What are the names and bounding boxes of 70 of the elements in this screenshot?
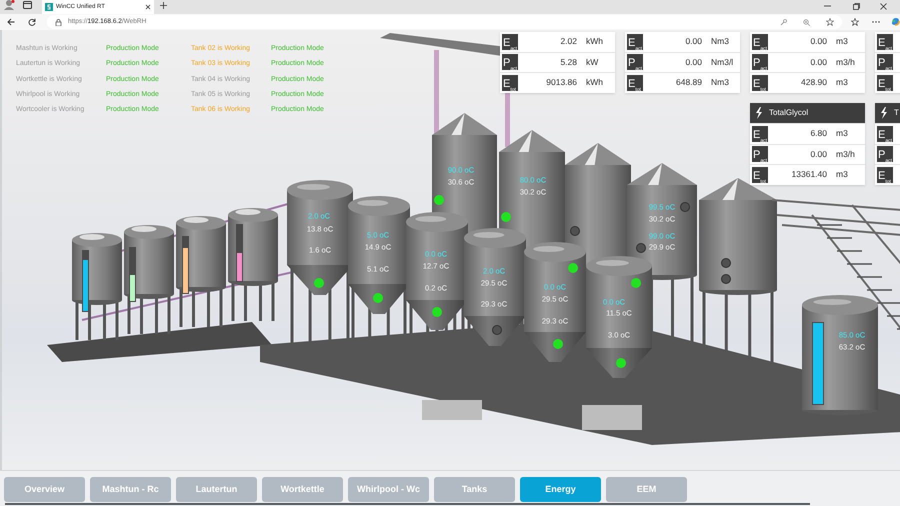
symbol-label: P$_{act}$ bbox=[877, 146, 893, 162]
nav-tab[interactable]: Tanks bbox=[434, 477, 515, 502]
key-icon[interactable] bbox=[780, 18, 787, 26]
tabs-icon[interactable] bbox=[23, 1, 32, 9]
nav-tab[interactable]: Mashtun - Rc bbox=[90, 477, 171, 502]
symbol-label: E$_{tot}$ bbox=[627, 74, 643, 91]
profile-icon[interactable] bbox=[3, 0, 15, 10]
favorites-icon[interactable] bbox=[851, 18, 859, 26]
unit-text: kW bbox=[585, 56, 600, 69]
unit-text: kWh bbox=[585, 35, 604, 48]
value-text: 13361.40 bbox=[790, 168, 827, 182]
value-text: 0.00 bbox=[809, 35, 827, 48]
symbol-label: E$_{tot}$ bbox=[877, 74, 893, 91]
value-text: 5.28 bbox=[559, 56, 577, 69]
unit-text: Nm3 bbox=[710, 35, 730, 48]
symbol-label: P$_{act}$ bbox=[752, 146, 768, 162]
symbol-label: P$_{act}$ bbox=[627, 54, 643, 70]
symbol-label: P$_{act}$ bbox=[752, 54, 768, 70]
symbol-label: P$_{act}$ bbox=[502, 54, 518, 70]
symbol-label: E$_{act}$ bbox=[752, 126, 768, 142]
symbol-label: E$_{tot}$ bbox=[752, 166, 768, 183]
back-icon[interactable] bbox=[7, 18, 15, 26]
symbol-label: E$_{act}$ bbox=[877, 126, 893, 142]
symbol-label: E$_{tot}$ bbox=[502, 74, 518, 91]
app-logo-icon bbox=[45, 3, 53, 11]
close-icon[interactable] bbox=[145, 4, 151, 10]
symbol-label: P$_{act}$ bbox=[877, 54, 893, 70]
symbol-label: E$_{act}$ bbox=[877, 34, 893, 50]
card-title: TotalGlycol bbox=[769, 107, 808, 119]
value-text: 9013.86 bbox=[545, 76, 577, 90]
symbol-label: E$_{tot}$ bbox=[877, 166, 893, 183]
refresh-icon[interactable] bbox=[28, 18, 36, 26]
restore-icon[interactable] bbox=[853, 3, 860, 10]
unit-text: m3 bbox=[835, 76, 849, 90]
lock-icon bbox=[55, 18, 62, 26]
zoom-icon[interactable] bbox=[803, 18, 810, 26]
nav-tab[interactable]: Energy bbox=[520, 477, 601, 502]
value-text: 0.00 bbox=[809, 148, 827, 161]
value-text: 0.00 bbox=[684, 56, 702, 69]
close-icon[interactable] bbox=[880, 3, 887, 10]
value-text: 0.00 bbox=[809, 56, 827, 69]
star-icon[interactable] bbox=[826, 18, 834, 26]
unit-text: Nm3/l bbox=[710, 56, 734, 69]
nav-tab[interactable]: Whirlpool - Wc bbox=[348, 477, 429, 502]
bolt-icon bbox=[880, 107, 888, 119]
unit-text: Nm3 bbox=[710, 76, 730, 90]
assistant-icon[interactable] bbox=[891, 17, 900, 26]
symbol-label: E$_{act}$ bbox=[502, 34, 518, 50]
nav-tab[interactable]: Wortkettle bbox=[262, 477, 343, 502]
value-text: 648.89 bbox=[675, 76, 702, 90]
symbol-label: E$_{act}$ bbox=[627, 34, 643, 50]
minimize-icon[interactable] bbox=[824, 5, 831, 7]
card-title: T bbox=[894, 107, 899, 119]
new-tab-icon[interactable] bbox=[160, 2, 167, 9]
value-text: 428.90 bbox=[800, 76, 827, 90]
unit-text: m3 bbox=[835, 35, 849, 48]
value-text: 2.02 bbox=[559, 35, 577, 48]
nav-tab[interactable]: Lautertun bbox=[176, 477, 257, 502]
nav-tab[interactable]: EEM bbox=[606, 477, 687, 502]
unit-text: m3 bbox=[835, 168, 849, 182]
nav-tab[interactable]: Overview bbox=[4, 477, 85, 502]
value-text: 6.80 bbox=[809, 127, 827, 140]
unit-text: m3/h bbox=[835, 148, 856, 161]
unit-text: m3/h bbox=[835, 56, 856, 69]
bolt-icon bbox=[755, 107, 763, 119]
symbol-label: E$_{tot}$ bbox=[752, 74, 768, 91]
value-text: 0.00 bbox=[684, 35, 702, 48]
unit-text: m3 bbox=[835, 127, 849, 140]
unit-text: kWh bbox=[585, 76, 604, 90]
symbol-label: E$_{act}$ bbox=[752, 34, 768, 50]
